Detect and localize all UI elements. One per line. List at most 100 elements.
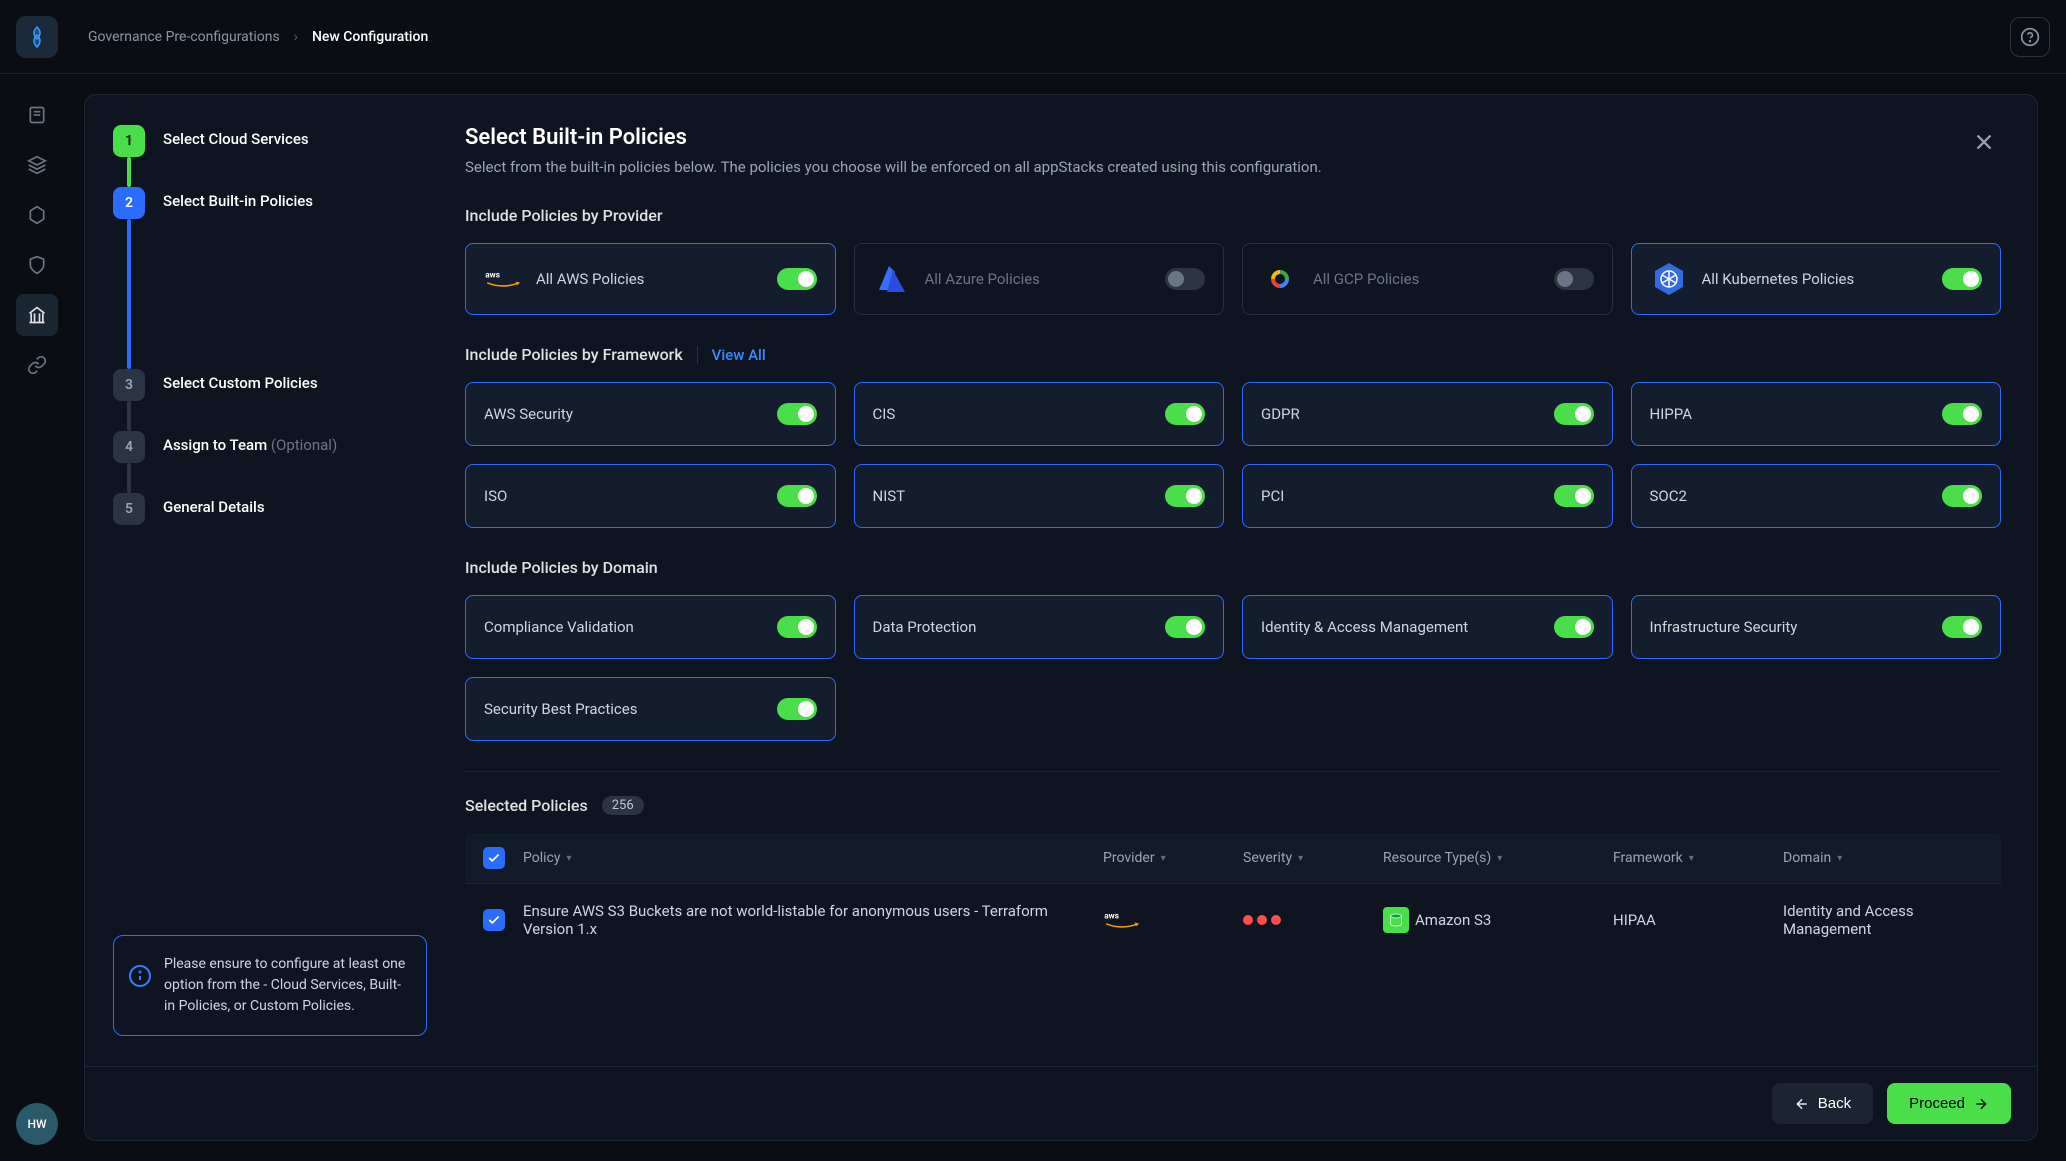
toggle[interactable] — [1554, 403, 1594, 425]
policy-tile[interactable]: ISO — [465, 464, 836, 528]
step-5[interactable]: 5General Details — [113, 493, 427, 525]
step-label: Select Built-in Policies — [163, 187, 313, 210]
policy-tile[interactable]: NIST — [854, 464, 1225, 528]
toggle[interactable] — [1942, 268, 1982, 290]
col-header-resource[interactable]: Resource Type(s)▾ — [1383, 850, 1603, 866]
svg-text:aws: aws — [485, 271, 500, 281]
info-text: Please ensure to configure at least one … — [164, 956, 405, 1014]
view-all-link[interactable]: View All — [712, 346, 766, 364]
step-connector — [127, 401, 131, 431]
s3-icon — [1383, 907, 1409, 933]
toggle[interactable] — [1554, 616, 1594, 638]
toggle[interactable] — [777, 698, 817, 720]
nav-hex[interactable] — [16, 194, 58, 236]
policy-tile[interactable]: Security Best Practices — [465, 677, 836, 741]
cell-framework: HIPAA — [1613, 911, 1773, 929]
nav-link[interactable] — [16, 344, 58, 386]
col-header-severity[interactable]: Severity▾ — [1243, 850, 1373, 866]
user-avatar[interactable]: HW — [16, 1103, 58, 1145]
proceed-button[interactable]: Proceed — [1887, 1083, 2011, 1124]
policy-tile[interactable]: All GCP Policies — [1242, 243, 1613, 315]
tile-label: NIST — [873, 487, 1152, 505]
policy-tile[interactable]: All Kubernetes Policies — [1631, 243, 2002, 315]
cell-domain: Identity and Access Management — [1783, 902, 1983, 938]
toggle[interactable] — [777, 268, 817, 290]
tile-label: SOC2 — [1650, 487, 1929, 505]
policy-tile[interactable]: HIPPA — [1631, 382, 2002, 446]
step-badge: 4 — [113, 431, 145, 463]
cell-resource: Amazon S3 — [1383, 907, 1603, 933]
select-all-checkbox[interactable] — [483, 847, 505, 869]
toggle[interactable] — [1165, 403, 1205, 425]
close-button[interactable] — [1967, 125, 2001, 163]
toggle[interactable] — [777, 403, 817, 425]
breadcrumb-prev[interactable]: Governance Pre-configurations — [88, 29, 280, 45]
nav-layers[interactable] — [16, 144, 58, 186]
selected-policies-title: Selected Policies — [465, 796, 588, 815]
k8s-icon — [1650, 260, 1688, 298]
policy-tile[interactable]: PCI — [1242, 464, 1613, 528]
help-button[interactable] — [2010, 17, 2050, 57]
tile-label: Identity & Access Management — [1261, 618, 1540, 636]
col-header-framework[interactable]: Framework▾ — [1613, 850, 1773, 866]
tile-label: CIS — [873, 405, 1152, 423]
chevron-right-icon: › — [294, 29, 298, 45]
col-header-provider[interactable]: Provider▾ — [1103, 850, 1233, 866]
tile-label: Compliance Validation — [484, 618, 763, 636]
step-2[interactable]: 2Select Built-in Policies — [113, 187, 427, 219]
toggle[interactable] — [1942, 616, 1982, 638]
toggle[interactable] — [1554, 268, 1594, 290]
sort-icon: ▾ — [567, 853, 572, 864]
toggle[interactable] — [1554, 485, 1594, 507]
toggle[interactable] — [1942, 403, 1982, 425]
policy-tile[interactable]: aws All AWS Policies — [465, 243, 836, 315]
table-row[interactable]: Ensure AWS S3 Buckets are not world-list… — [465, 883, 2001, 956]
sort-icon: ▾ — [1689, 853, 1694, 864]
app-logo[interactable] — [16, 16, 58, 58]
col-header-policy[interactable]: Policy▾ — [523, 850, 1093, 866]
policy-tile[interactable]: AWS Security — [465, 382, 836, 446]
step-3[interactable]: 3Select Custom Policies — [113, 369, 427, 401]
policy-tile[interactable]: Data Protection — [854, 595, 1225, 659]
policy-tile[interactable]: Compliance Validation — [465, 595, 836, 659]
nav-dashboard[interactable] — [16, 94, 58, 136]
row-checkbox[interactable] — [483, 909, 505, 931]
tile-label: All AWS Policies — [536, 270, 763, 288]
toggle[interactable] — [777, 616, 817, 638]
step-badge: 1 — [113, 125, 145, 157]
domain-section-title: Include Policies by Domain — [465, 558, 2001, 577]
info-callout: Please ensure to configure at least one … — [113, 935, 427, 1036]
tile-label: ISO — [484, 487, 763, 505]
back-button[interactable]: Back — [1772, 1083, 1873, 1124]
breadcrumb-current: New Configuration — [312, 29, 428, 45]
policies-table: Policy▾ Provider▾ Severity▾ Resource Typ… — [465, 833, 2001, 956]
policy-tile[interactable]: Identity & Access Management — [1242, 595, 1613, 659]
info-icon — [128, 964, 152, 995]
tile-label: Security Best Practices — [484, 700, 763, 718]
policy-tile[interactable]: CIS — [854, 382, 1225, 446]
nav-governance[interactable] — [16, 294, 58, 336]
tile-label: All Azure Policies — [925, 270, 1152, 288]
step-badge: 3 — [113, 369, 145, 401]
nav-shield[interactable] — [16, 244, 58, 286]
page-subtitle: Select from the built-in policies below.… — [465, 158, 1322, 176]
framework-section-title: Include Policies by Framework — [465, 345, 683, 364]
policy-tile[interactable]: All Azure Policies — [854, 243, 1225, 315]
policy-tile[interactable]: SOC2 — [1631, 464, 2002, 528]
step-4[interactable]: 4Assign to Team (Optional) — [113, 431, 427, 463]
step-connector — [127, 219, 131, 369]
provider-section-title: Include Policies by Provider — [465, 206, 2001, 225]
toggle[interactable] — [1165, 616, 1205, 638]
breadcrumb: Governance Pre-configurations › New Conf… — [88, 29, 2010, 45]
policy-tile[interactable]: Infrastructure Security — [1631, 595, 2002, 659]
cell-policy: Ensure AWS S3 Buckets are not world-list… — [523, 902, 1093, 938]
policy-tile[interactable]: GDPR — [1242, 382, 1613, 446]
toggle[interactable] — [1165, 268, 1205, 290]
col-header-domain[interactable]: Domain▾ — [1783, 850, 1983, 866]
toggle[interactable] — [777, 485, 817, 507]
step-1[interactable]: 1Select Cloud Services — [113, 125, 427, 157]
step-connector — [127, 463, 131, 493]
tile-label: All Kubernetes Policies — [1702, 270, 1929, 288]
toggle[interactable] — [1165, 485, 1205, 507]
toggle[interactable] — [1942, 485, 1982, 507]
